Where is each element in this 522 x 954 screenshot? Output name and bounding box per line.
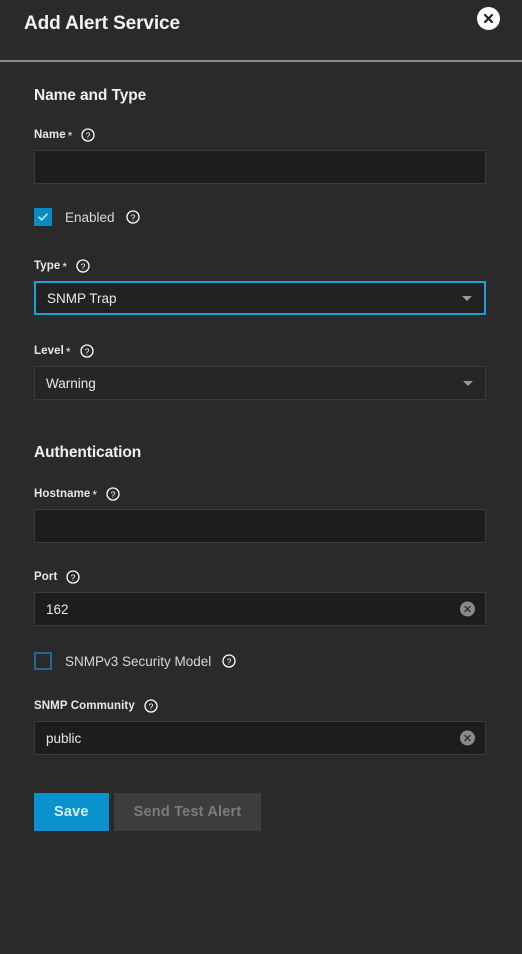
level-selected-value: Warning: [46, 375, 96, 391]
field-snmp-community: SNMP Community ?: [34, 698, 486, 755]
hostname-input-wrap: [34, 509, 486, 543]
svg-text:?: ?: [227, 656, 232, 666]
enabled-label: Enabled: [65, 209, 115, 225]
field-label-row: SNMP Community ?: [34, 698, 486, 714]
name-input-wrap: [34, 150, 486, 184]
check-icon: [37, 211, 49, 223]
level-label: Level: [34, 345, 64, 357]
clear-icon[interactable]: [460, 730, 475, 746]
snmpv3-checkbox[interactable]: [34, 652, 52, 670]
hostname-label: Hostname: [34, 488, 91, 500]
port-input[interactable]: [34, 592, 486, 626]
help-icon[interactable]: ?: [222, 654, 236, 668]
enabled-checkbox-row[interactable]: Enabled ?: [34, 208, 486, 226]
help-icon[interactable]: ?: [76, 259, 90, 273]
field-label-row: Port ?: [34, 569, 486, 585]
dialog-body: Name and Type Name * ? Enabled ? Type * …: [0, 62, 522, 954]
field-label-row: Name * ?: [34, 127, 486, 143]
required-marker: *: [92, 488, 98, 502]
help-icon[interactable]: ?: [81, 128, 96, 142]
svg-text:?: ?: [71, 572, 76, 582]
hostname-input[interactable]: [34, 509, 486, 543]
field-name: Name * ?: [34, 127, 486, 184]
help-icon[interactable]: ?: [106, 487, 120, 501]
chevron-down-icon: [463, 380, 473, 386]
snmp-community-label: SNMP Community: [34, 700, 135, 712]
name-input[interactable]: [34, 150, 486, 184]
svg-text:?: ?: [130, 212, 135, 222]
close-button[interactable]: [477, 7, 500, 30]
svg-text:?: ?: [84, 346, 89, 356]
required-marker: *: [67, 129, 73, 143]
required-marker: *: [62, 260, 68, 274]
close-icon: [482, 12, 495, 25]
type-selected-value: SNMP Trap: [47, 290, 117, 306]
page-title: Add Alert Service: [24, 13, 180, 34]
enabled-checkbox[interactable]: [34, 208, 52, 226]
name-label: Name: [34, 129, 66, 141]
field-hostname: Hostname * ?: [34, 486, 486, 543]
snmp-community-input-wrap: [34, 721, 486, 755]
section-title-name-and-type: Name and Type: [34, 87, 147, 104]
svg-text:?: ?: [86, 130, 91, 140]
section-title-authentication: Authentication: [34, 444, 142, 461]
field-level: Level * ? Warning: [34, 343, 486, 400]
clear-icon[interactable]: [460, 601, 475, 617]
required-marker: *: [65, 345, 71, 359]
snmpv3-label: SNMPv3 Security Model: [65, 653, 212, 669]
help-icon[interactable]: ?: [144, 699, 158, 713]
field-port: Port ?: [34, 569, 486, 626]
svg-text:?: ?: [111, 489, 116, 499]
snmp-community-input[interactable]: [34, 721, 486, 755]
dialog-header: Add Alert Service: [0, 0, 522, 60]
field-label-row: Level * ?: [34, 343, 486, 359]
type-select[interactable]: SNMP Trap: [34, 281, 486, 315]
send-test-alert-button[interactable]: Send Test Alert: [113, 793, 262, 831]
help-icon[interactable]: ?: [66, 570, 81, 584]
dialog-actions: Save Send Test Alert: [34, 793, 486, 831]
level-select[interactable]: Warning: [34, 366, 486, 400]
field-label-row: Hostname * ?: [34, 486, 486, 502]
field-type: Type * ? SNMP Trap: [34, 258, 486, 315]
port-label: Port: [34, 571, 58, 583]
chevron-down-icon: [462, 295, 472, 301]
port-input-wrap: [34, 592, 486, 626]
field-label-row: Type * ?: [34, 258, 486, 274]
type-label: Type: [34, 260, 61, 272]
snmpv3-checkbox-row[interactable]: SNMPv3 Security Model ?: [34, 652, 486, 670]
svg-text:?: ?: [81, 261, 86, 271]
help-icon[interactable]: ?: [79, 344, 94, 358]
save-button[interactable]: Save: [34, 793, 109, 831]
svg-text:?: ?: [149, 701, 154, 711]
help-icon[interactable]: ?: [125, 210, 140, 224]
